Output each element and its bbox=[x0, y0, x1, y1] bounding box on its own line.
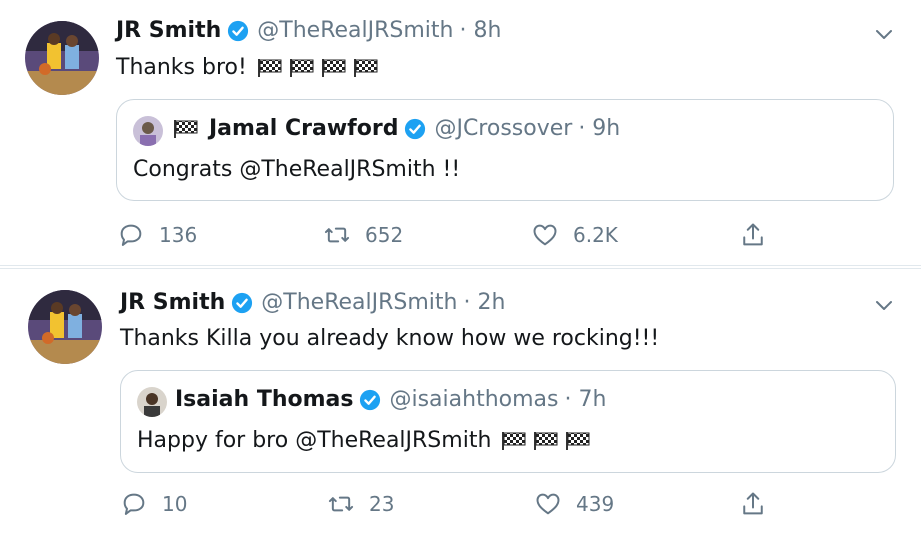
like-button[interactable]: 6.2K bbox=[531, 221, 618, 249]
share-button[interactable] bbox=[739, 221, 781, 249]
reply-count: 10 bbox=[162, 492, 188, 516]
retweet-count: 652 bbox=[365, 223, 404, 247]
tweet-text-content: Thanks bro! bbox=[116, 55, 247, 80]
chevron-down-icon[interactable] bbox=[872, 22, 896, 46]
chevron-down-icon[interactable] bbox=[872, 293, 896, 317]
tweet-text: Thanks bro! bbox=[116, 55, 379, 80]
like-count: 439 bbox=[576, 492, 615, 516]
author-name[interactable]: JR Smith bbox=[116, 18, 221, 43]
quoted-tweet[interactable]: Isaiah Thomas @isaiahthomas · 7h Happy f… bbox=[120, 370, 896, 473]
quoted-author-handle[interactable]: @isaiahthomas bbox=[389, 387, 558, 412]
checkered-flag-icon bbox=[565, 431, 591, 451]
like-count: 6.2K bbox=[573, 223, 618, 247]
checkered-flag-icon bbox=[321, 58, 347, 78]
quoted-tweet-timestamp[interactable]: · 9h bbox=[578, 116, 620, 141]
checkered-flag-icon bbox=[289, 58, 315, 78]
like-button[interactable]: 439 bbox=[534, 490, 614, 518]
retweet-count: 23 bbox=[369, 492, 395, 516]
verified-badge-icon bbox=[227, 20, 249, 42]
quoted-tweet-timestamp[interactable]: · 7h bbox=[564, 387, 606, 412]
verified-badge-icon bbox=[359, 389, 381, 411]
checkered-flag-icon bbox=[173, 119, 199, 139]
retweet-button[interactable]: 23 bbox=[327, 490, 394, 518]
tweet-timestamp[interactable]: · 8h bbox=[459, 18, 501, 43]
basketball-player-avatar[interactable] bbox=[28, 290, 102, 364]
retweet-icon bbox=[327, 490, 355, 518]
reply-count: 136 bbox=[159, 223, 198, 247]
author-name[interactable]: JR Smith bbox=[120, 290, 225, 315]
basketball-player-avatar[interactable] bbox=[25, 21, 99, 95]
tweet[interactable]: JR Smith @TheRealJRSmith · 2h Thanks Kil… bbox=[0, 268, 921, 538]
tweet-actions: 10 23 439 bbox=[0, 490, 921, 520]
quoted-tweet-text: Congrats @TheRealJRSmith !! bbox=[133, 157, 461, 182]
retweet-button[interactable]: 652 bbox=[323, 221, 403, 249]
tweet-timestamp[interactable]: · 2h bbox=[463, 290, 505, 315]
tweet-actions: 136 652 6.2K bbox=[0, 221, 921, 251]
quoted-author-handle[interactable]: @JCrossover bbox=[434, 116, 572, 141]
reply-button[interactable]: 10 bbox=[120, 490, 187, 518]
checkered-flag-icon bbox=[533, 431, 559, 451]
retweet-icon bbox=[323, 221, 351, 249]
share-button[interactable] bbox=[739, 490, 781, 518]
heart-icon bbox=[534, 490, 562, 518]
checkered-flag-icon bbox=[501, 431, 527, 451]
share-icon bbox=[739, 221, 767, 249]
checkered-flag-icon bbox=[257, 58, 283, 78]
heart-icon bbox=[531, 221, 559, 249]
portrait-avatar[interactable] bbox=[133, 116, 163, 146]
quoted-tweet[interactable]: Jamal Crawford @JCrossover · 9h Congrats… bbox=[116, 99, 894, 201]
author-handle[interactable]: @TheRealJRSmith bbox=[257, 18, 453, 43]
verified-badge-icon bbox=[231, 292, 253, 314]
quoted-author-name[interactable]: Isaiah Thomas bbox=[175, 387, 353, 412]
author-handle[interactable]: @TheRealJRSmith bbox=[261, 290, 457, 315]
reply-icon bbox=[120, 490, 148, 518]
quoted-author-name[interactable]: Jamal Crawford bbox=[209, 116, 398, 141]
portrait-avatar[interactable] bbox=[137, 387, 167, 417]
quoted-tweet-text-content: Happy for bro @TheRealJRSmith bbox=[137, 428, 492, 453]
quoted-tweet-text: Happy for bro @TheRealJRSmith bbox=[137, 428, 591, 453]
checkered-flag-icon bbox=[353, 58, 379, 78]
tweet[interactable]: JR Smith @TheRealJRSmith · 8h Thanks bro… bbox=[0, 0, 921, 266]
share-icon bbox=[739, 490, 767, 518]
reply-button[interactable]: 136 bbox=[117, 221, 197, 249]
verified-badge-icon bbox=[404, 118, 426, 140]
tweet-text: Thanks Killa you already know how we roc… bbox=[120, 326, 660, 351]
reply-icon bbox=[117, 221, 145, 249]
